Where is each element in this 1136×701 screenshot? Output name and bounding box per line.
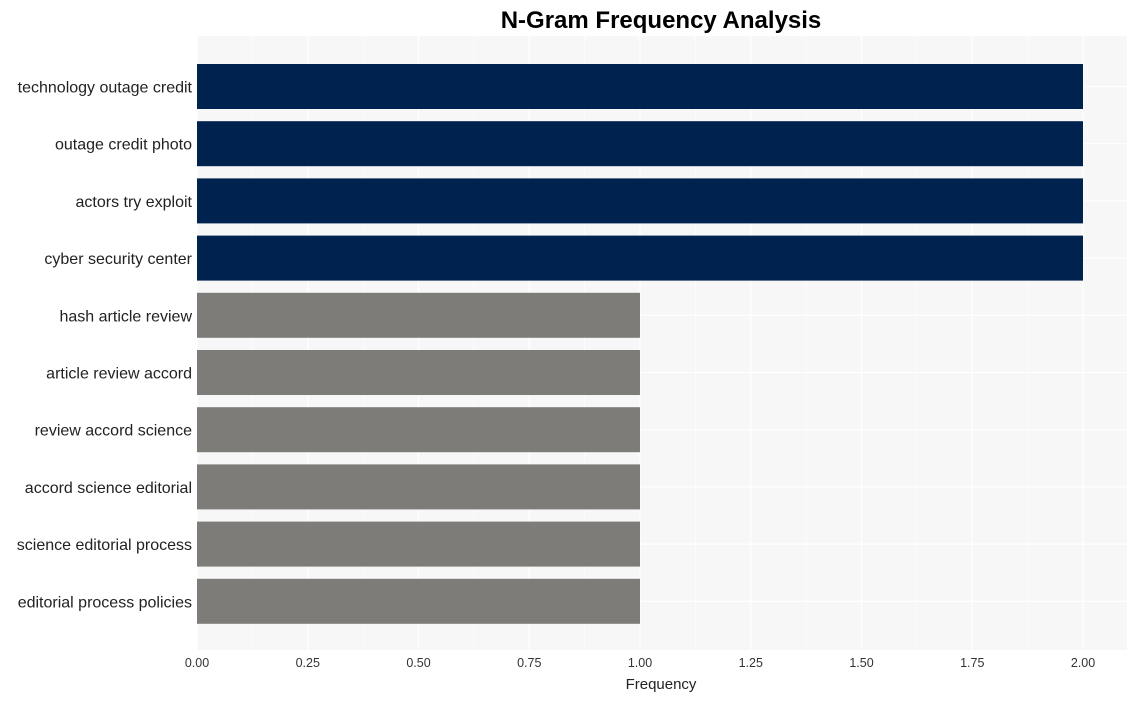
chart-title: N-Gram Frequency Analysis: [501, 7, 822, 34]
x-tick-label: 1.75: [960, 656, 984, 670]
bar-article-review-accord: [197, 350, 640, 395]
bar-hash-article-review: [197, 292, 640, 338]
x-axis-ticks: 0.00 0.25 0.50 0.75 1.00 1.25 1.50 1.75 2.00: [185, 656, 1095, 670]
x-tick-label: 0.00: [185, 656, 209, 670]
bar-editorial-process-policies: [197, 578, 640, 624]
x-tick-label: 1.50: [849, 656, 873, 670]
bar-review-accord-science: [197, 407, 640, 453]
x-tick-label: 1.00: [628, 656, 652, 670]
x-tick-label: 0.75: [517, 656, 541, 670]
y-axis-labels: technology outage credit outage credit ph…: [17, 80, 193, 612]
x-tick-label: 2.00: [1071, 656, 1095, 670]
bar-actors-try-exploit: [197, 178, 1083, 224]
y-tick-label: article review accord: [46, 366, 192, 383]
y-tick-label: hash article review: [60, 308, 193, 325]
x-tick-label: 0.50: [406, 656, 430, 670]
y-tick-label: review accord science: [35, 423, 193, 440]
y-tick-label: cyber security center: [44, 251, 192, 268]
y-tick-label: science editorial process: [17, 537, 192, 554]
y-tick-label: technology outage credit: [18, 80, 193, 97]
x-tick-label: 0.25: [296, 656, 320, 670]
y-tick-label: editorial process policies: [18, 594, 192, 611]
y-tick-label: outage credit photo: [55, 137, 192, 154]
ngram-bar-chart: technology outage credit outage credit ph…: [17, 7, 1127, 693]
x-axis-label: Frequency: [626, 676, 697, 693]
bar-science-editorial-process: [197, 521, 640, 567]
bar-cyber-security-center: [197, 235, 1083, 281]
x-tick-label: 1.25: [739, 656, 763, 670]
bar-technology-outage-credit: [197, 64, 1083, 109]
bar-accord-science-editorial: [197, 464, 640, 510]
bar-outage-credit-photo: [197, 121, 1083, 167]
y-tick-label: actors try exploit: [76, 194, 193, 211]
y-tick-label: accord science editorial: [25, 480, 192, 497]
